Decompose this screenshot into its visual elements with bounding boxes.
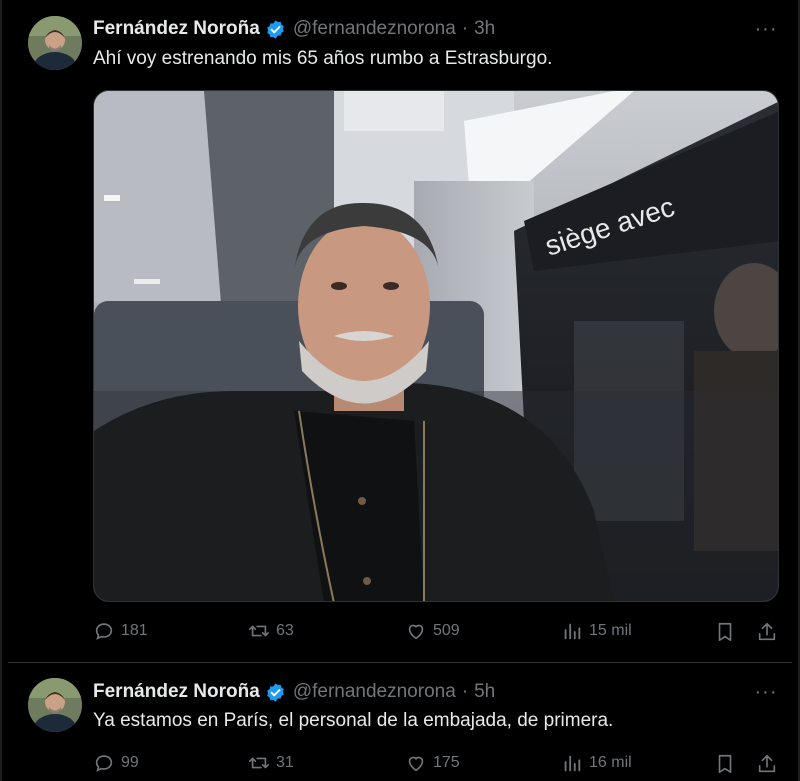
separator-dot: · <box>461 18 469 39</box>
author-name[interactable]: Fernández Noroña <box>93 18 260 40</box>
retweet-count: 31 <box>276 754 294 771</box>
reply-icon <box>95 623 113 640</box>
retweet-button[interactable]: 63 <box>248 620 294 642</box>
author-handle[interactable]: @fernandeznorona <box>293 681 456 703</box>
reply-button[interactable]: 99 <box>93 752 139 774</box>
like-icon <box>408 624 424 640</box>
retweet-icon <box>249 625 269 637</box>
verified-badge-icon <box>265 682 286 703</box>
like-count: 175 <box>433 754 460 771</box>
selfie-train-photo: siège avec <box>94 91 778 601</box>
like-button[interactable]: 509 <box>405 620 460 642</box>
like-count: 509 <box>433 622 460 639</box>
more-icon[interactable]: ··· <box>754 17 778 41</box>
views-icon <box>564 755 581 772</box>
left-border <box>0 0 2 781</box>
timestamp[interactable]: 3h <box>474 18 495 40</box>
bookmark-button[interactable] <box>714 620 736 649</box>
bookmark-icon <box>718 622 732 642</box>
like-button[interactable]: 175 <box>405 752 460 774</box>
views-icon <box>564 623 581 640</box>
retweet-button[interactable]: 31 <box>248 752 294 774</box>
tweet-actions: 99 31 175 16 mil <box>93 752 778 778</box>
separator-dot: · <box>461 681 469 702</box>
more-icon[interactable]: ··· <box>754 680 778 704</box>
timestamp[interactable]: 5h <box>474 681 495 703</box>
share-button[interactable] <box>756 620 778 649</box>
tweet-text: Ahí voy estrenando mis 65 años rumbo a E… <box>93 48 553 69</box>
reply-count: 99 <box>121 754 139 771</box>
reply-button[interactable]: 181 <box>93 620 148 642</box>
avatar[interactable] <box>28 16 82 70</box>
author-name[interactable]: Fernández Noroña <box>93 681 260 703</box>
share-icon <box>758 754 776 773</box>
reply-icon <box>95 755 113 772</box>
tweet-divider <box>8 662 792 663</box>
bookmark-icon <box>718 754 732 774</box>
like-icon <box>408 756 424 772</box>
avatar[interactable] <box>28 678 82 732</box>
tweet-text: Ya estamos en París, el personal de la e… <box>93 710 614 731</box>
view-count: 16 mil <box>589 754 632 771</box>
tweet-photo[interactable]: siège avec <box>93 90 779 602</box>
reply-count: 181 <box>121 622 148 639</box>
retweet-icon <box>249 757 269 769</box>
share-icon <box>758 622 776 641</box>
share-button[interactable] <box>756 752 778 781</box>
bookmark-button[interactable] <box>714 752 736 781</box>
views-button[interactable]: 16 mil <box>561 752 632 774</box>
tweet-actions: 181 63 509 15 mil <box>93 620 778 646</box>
author-handle[interactable]: @fernandeznorona <box>293 18 456 40</box>
verified-badge-icon <box>265 19 286 40</box>
views-button[interactable]: 15 mil <box>561 620 632 642</box>
retweet-count: 63 <box>276 622 294 639</box>
view-count: 15 mil <box>589 622 632 639</box>
